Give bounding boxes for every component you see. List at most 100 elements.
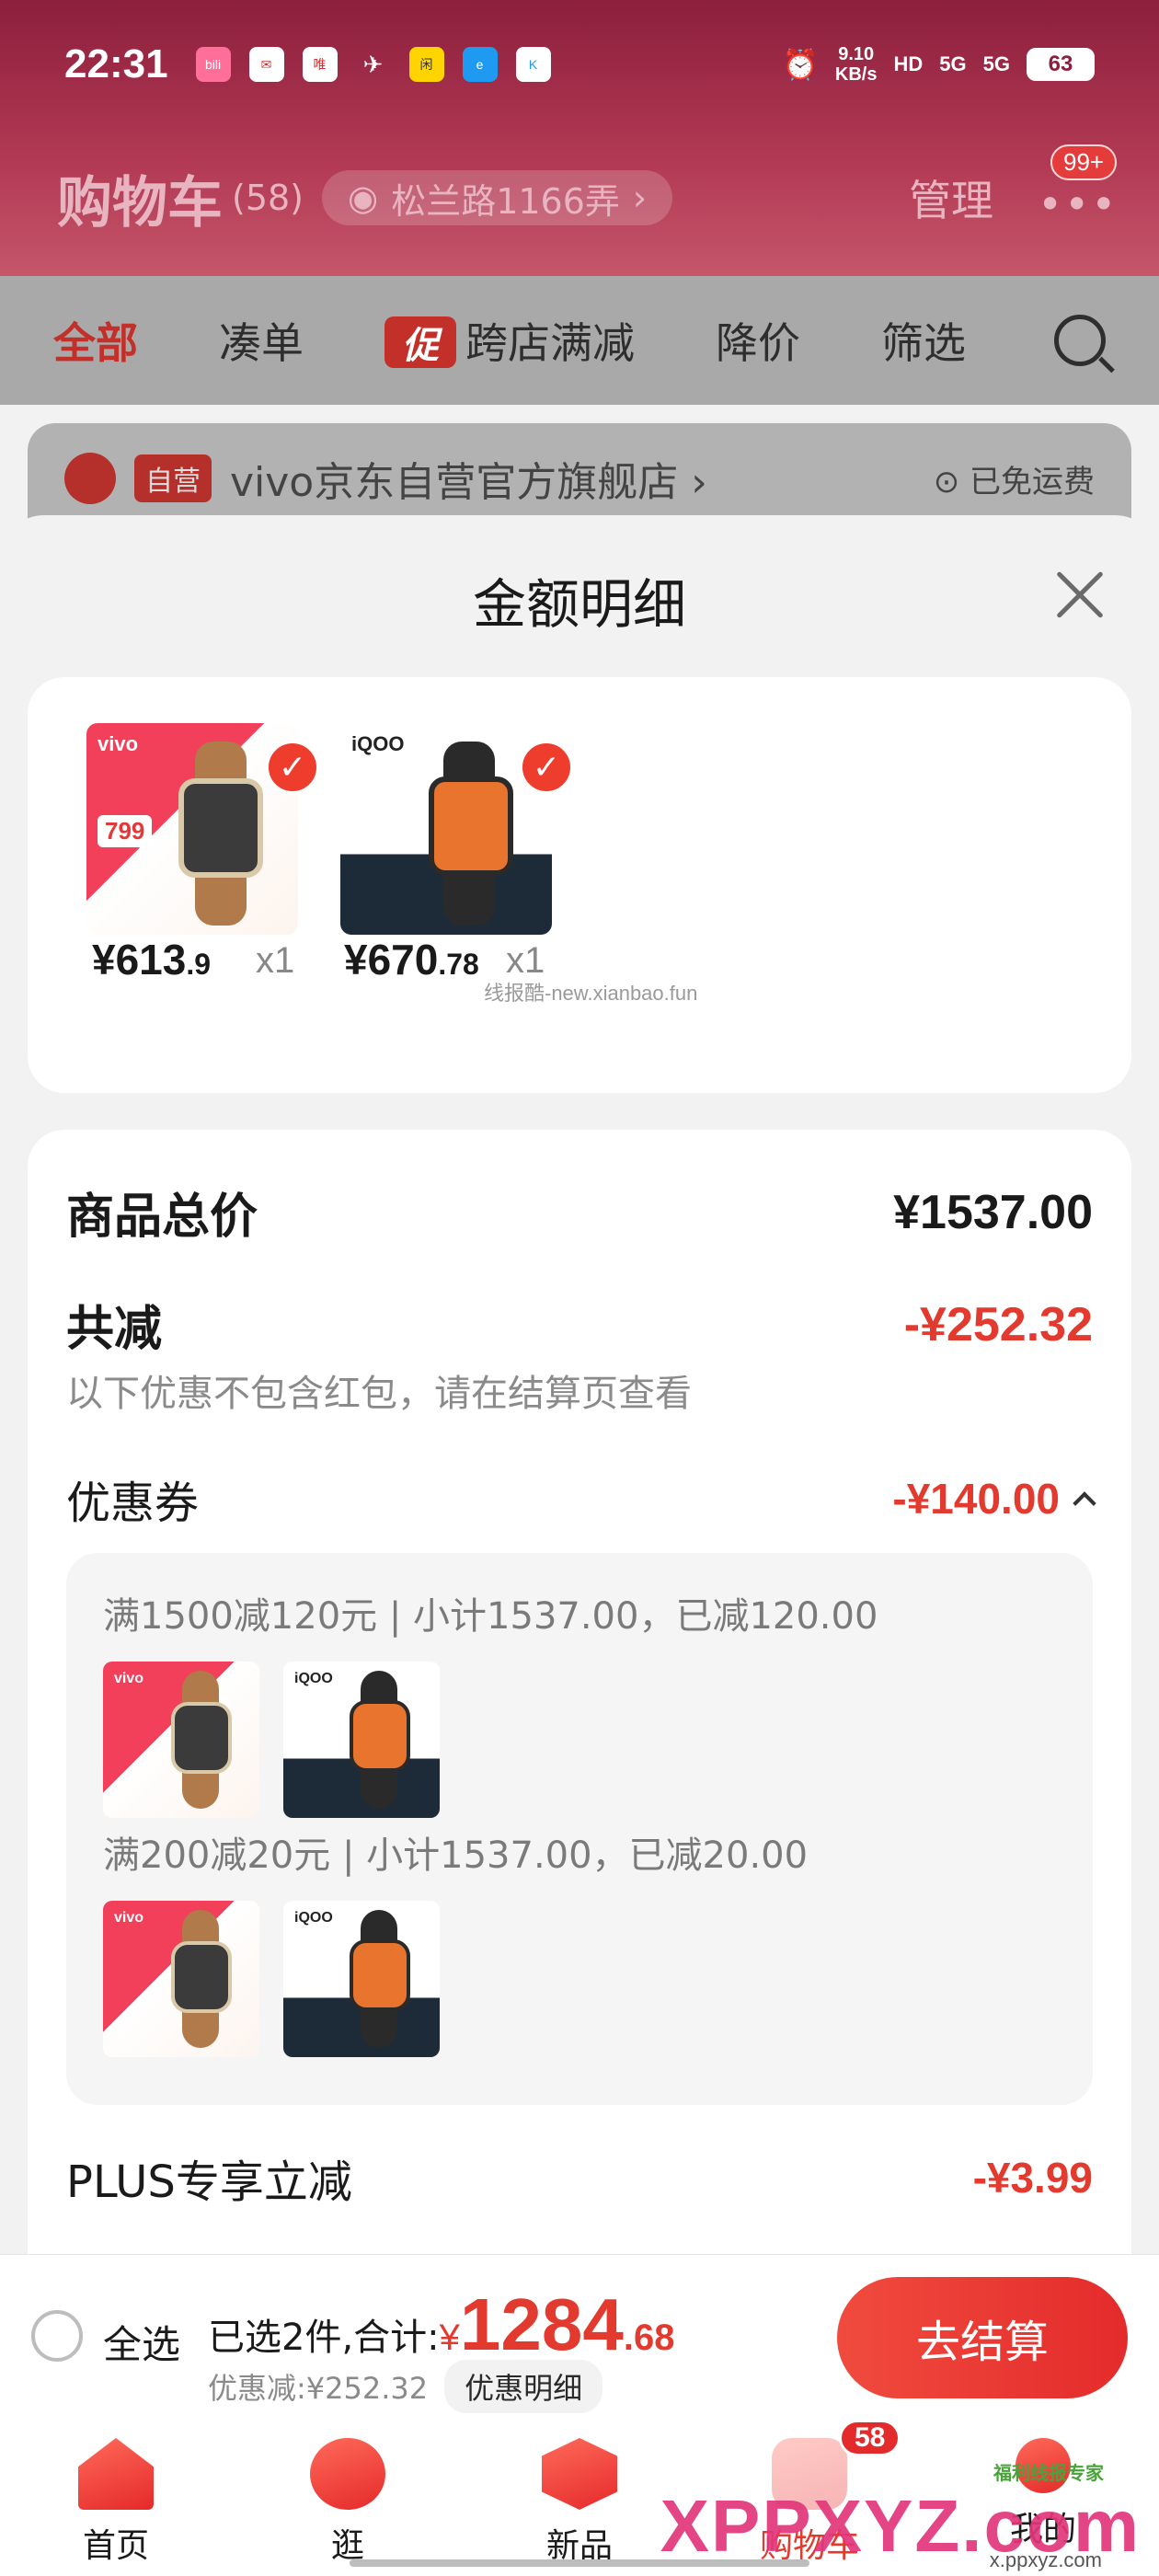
coupon-label: 优惠券: [66, 1478, 200, 1529]
filter-all[interactable]: 全部: [53, 310, 138, 371]
amount-detail-sheet: 金额明细 vivo 799 ✓ ¥613.9 x1 iQOO ✓ ¥670.78…: [0, 515, 1159, 2263]
product-brand: iQOO: [294, 1910, 333, 1926]
watch-image: [350, 1700, 410, 1772]
total-decimal: .68: [623, 2317, 675, 2358]
watch-image: [171, 1941, 232, 2013]
item-quantity: x1: [506, 940, 545, 981]
cart-count: (58): [232, 178, 304, 218]
bird-icon: ✈: [362, 50, 384, 78]
checkout-button[interactable]: 去结算: [837, 2277, 1128, 2398]
signal-5g-icon-2: 5G: [982, 52, 1010, 75]
total-label: 商品总价: [66, 1190, 258, 1245]
guang-icon: [310, 2438, 385, 2510]
check-icon: ✓: [519, 740, 574, 795]
price-detail-card: 商品总价 ¥1537.00 共减 -¥252.32 以下优惠不包含红包，请在结算…: [28, 1130, 1131, 2263]
address-selector[interactable]: ◉ 松兰路1166弄 ›: [322, 170, 673, 225]
close-icon[interactable]: [1047, 563, 1111, 627]
total-integer: 1284: [459, 2283, 624, 2365]
search-icon[interactable]: [1054, 315, 1106, 366]
plus-value: -¥3.99: [972, 2154, 1093, 2202]
thumbnail-price: 799: [98, 815, 153, 847]
coupon-detail-box: 满1500减120元 | 小计1537.00，已减120.00 vivo iQO…: [66, 1553, 1093, 2105]
page-title: 购物车: [57, 170, 223, 236]
watch-image: [350, 1939, 410, 2011]
promo-tag: 促: [384, 316, 456, 368]
watermark-text: 线报酷-new.xianbao.fun: [484, 982, 698, 1005]
selected-items-card: vivo 799 ✓ ¥613.9 x1 iQOO ✓ ¥670.78 x1 线…: [28, 677, 1131, 1093]
product-thumbnail: vivo 799: [86, 723, 298, 935]
coupon-product-thumbnail: iQOO: [283, 1901, 440, 2057]
filter-cross-store[interactable]: 促跨店满减: [384, 310, 635, 371]
discount-detail-button[interactable]: 优惠明细: [444, 2360, 603, 2413]
bilibili-icon: bili: [195, 47, 231, 82]
select-all-radio[interactable]: [31, 2310, 83, 2362]
message-badge: 99+: [1050, 144, 1118, 180]
total-currency: ¥: [439, 2317, 460, 2358]
reduce-row: 共减 -¥252.32: [66, 1290, 1093, 1359]
overlay-url: x.ppxyz.com: [989, 2548, 1102, 2571]
coupon-value: -¥140.00: [892, 1475, 1060, 1523]
select-all-label[interactable]: 全选: [103, 2314, 180, 2370]
chevron-up-icon[interactable]: [1073, 1491, 1096, 1515]
item-price: ¥613.9: [92, 936, 212, 983]
tab-new[interactable]: 新品: [506, 2438, 653, 2567]
home-icon: [78, 2438, 154, 2510]
reduce-note: 以下优惠不包含红包，请在结算页查看: [66, 1373, 692, 1415]
watch-image: [429, 776, 513, 876]
cart-badge: 58: [839, 2420, 901, 2456]
signal-5g-icon: 5G: [939, 52, 967, 75]
new-icon: [542, 2438, 617, 2510]
discount-summary: 优惠减:¥252.32 优惠明细: [208, 2360, 603, 2413]
selected-item[interactable]: vivo 799 ✓: [86, 723, 326, 935]
store-check-icon: [64, 453, 116, 504]
plus-row: PLUS专享立减 -¥3.99: [66, 2145, 1093, 2210]
notification-icons: bili ✉ 唯 ✈ 闲 e K: [195, 47, 551, 82]
status-right: ⏰ 9.10 KB/s HD 5G 5G 63: [782, 44, 1095, 85]
selected-text: 已选2件,合计:: [208, 2317, 440, 2359]
product-thumbnail: iQOO: [340, 723, 552, 935]
reduce-label: 共减: [66, 1302, 163, 1357]
hd-icon: HD: [893, 52, 924, 75]
net-speed: 9.10 KB/s: [834, 44, 878, 85]
k-icon: K: [515, 47, 551, 82]
coupon-product-thumbnail: vivo: [103, 1901, 259, 2057]
cart-header: 购物车 (58) ◉ 松兰路1166弄 › 管理 ••• 99+: [0, 144, 1159, 244]
reduce-value: -¥252.32: [903, 1297, 1093, 1351]
discount-text: 优惠减:¥252.32: [208, 2371, 429, 2406]
product-brand: vivo: [114, 1671, 144, 1686]
address-text: 松兰路1166弄: [391, 180, 620, 222]
vip-icon: 唯: [302, 47, 338, 82]
overlay-subtitle: 福利线报专家: [993, 2462, 1104, 2484]
filter-bundle[interactable]: 凑单: [219, 310, 304, 371]
browser-icon: e: [462, 47, 498, 82]
self-operated-tag: 自营: [134, 454, 212, 502]
selected-item[interactable]: iQOO ✓: [340, 723, 580, 935]
reduce-note-row: 以下优惠不包含红包，请在结算页查看: [66, 1363, 1093, 1417]
manage-button[interactable]: 管理: [909, 167, 993, 228]
mail-icon: ✉: [248, 47, 284, 82]
shipping-status: ⊙ 已免运费: [933, 463, 1095, 500]
home-indicator[interactable]: [350, 2559, 809, 2567]
status-bar: 22:31 bili ✉ 唯 ✈ 闲 e K ⏰ 9.10 KB/s HD 5G…: [0, 28, 1159, 101]
sheet-title: 金额明细: [472, 573, 686, 636]
tab-home[interactable]: 首页: [42, 2438, 189, 2567]
product-brand: iQOO: [351, 732, 405, 755]
filter-screen[interactable]: 筛选: [881, 310, 966, 371]
eye-icon: ◉: [348, 178, 379, 218]
item-price: ¥670.78: [344, 936, 479, 983]
item-quantity: x1: [256, 940, 295, 981]
plus-label: PLUS专享立减: [66, 2156, 352, 2208]
filter-price-drop[interactable]: 降价: [716, 310, 800, 371]
coupon-rule: 满1500减120元 | 小计1537.00，已减120.00: [103, 1595, 878, 1638]
checkout-bar: 全选 已选2件,合计: ¥ 1284 .68 优惠减:¥252.32 优惠明细 …: [0, 2254, 1159, 2416]
coupon-product-thumbnail: iQOO: [283, 1662, 440, 1818]
filter-bar: 全部 凑单 促跨店满减 降价 筛选: [0, 276, 1159, 405]
tab-guang[interactable]: 逛: [274, 2438, 421, 2567]
watch-image: [178, 778, 263, 878]
chevron-right-icon: ›: [632, 178, 648, 218]
product-brand: vivo: [114, 1910, 144, 1926]
coupon-row[interactable]: 优惠券 -¥140.00: [66, 1466, 1096, 1531]
status-time: 22:31: [64, 41, 168, 86]
check-icon: ✓: [265, 740, 320, 795]
more-button[interactable]: ••• 99+: [1038, 144, 1118, 229]
